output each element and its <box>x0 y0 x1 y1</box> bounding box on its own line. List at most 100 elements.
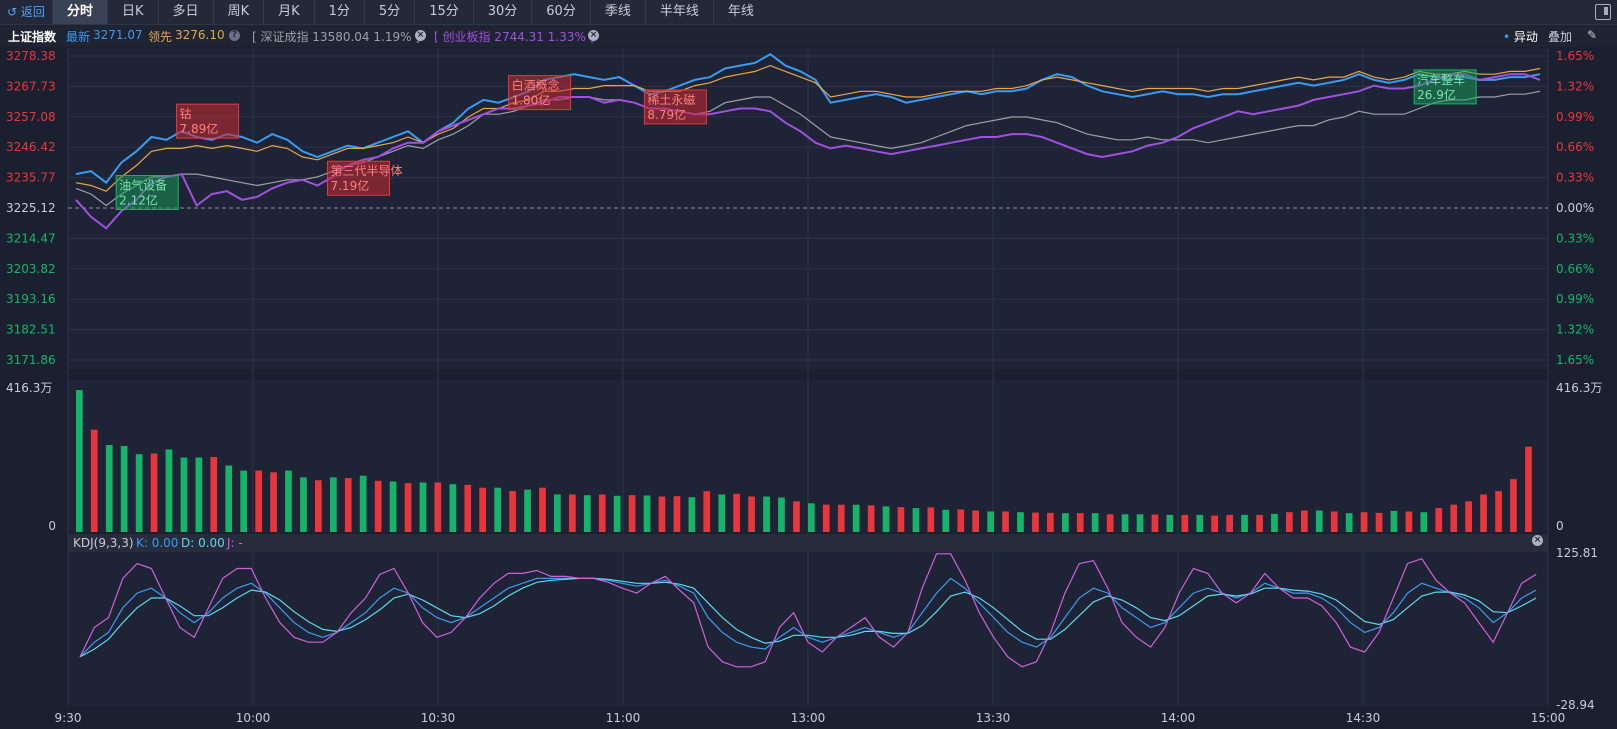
volume-bar-50 <box>822 504 830 532</box>
price-tick-left-4: 3235.77 <box>6 171 56 185</box>
volume-bar-70 <box>1121 514 1129 532</box>
kdj-header: KDJ(9,3,3) K: 0.00 D: 0.00 J: - × <box>68 534 1548 552</box>
price-tick-left-9: 3182.51 <box>6 323 56 337</box>
volume-bar-69 <box>1106 514 1114 532</box>
volume-bar-0 <box>76 390 83 532</box>
volume-bar-55 <box>897 507 905 532</box>
volume-bar-43 <box>718 494 726 532</box>
event-amount-4: 26.9亿 <box>1417 87 1456 102</box>
volume-bar-27 <box>479 487 486 532</box>
event-amount-3: 8.79亿 <box>647 107 686 122</box>
volume-bar-3 <box>120 446 128 532</box>
kdj-d-label: D: 0.00 <box>181 536 225 550</box>
volume-bar-66 <box>1062 513 1069 532</box>
price-tick-right-8: 0.99% <box>1556 292 1594 306</box>
price-tick-right-0: 1.65% <box>1556 49 1594 63</box>
volume-bar-79 <box>1256 514 1263 532</box>
volume-bar-33 <box>569 494 576 532</box>
x-tick-7: 14:30 <box>1346 711 1381 725</box>
volume-bar-68 <box>1091 513 1099 532</box>
volume-bar-47 <box>778 497 785 532</box>
price-tick-left-5: 3225.12 <box>6 201 56 215</box>
volume-bar-26 <box>464 484 472 532</box>
volume-bar-31 <box>539 487 546 532</box>
volume-bar-34 <box>583 495 591 532</box>
x-tick-1: 10:00 <box>236 711 271 725</box>
volume-bar-54 <box>882 506 890 532</box>
volume-bar-11 <box>240 470 247 532</box>
volume-bar-88 <box>1390 510 1398 532</box>
volume-min-left: 0 <box>48 519 56 533</box>
volume-bar-44 <box>733 493 740 532</box>
volume-bar-82 <box>1301 510 1308 532</box>
kdj-max-label: 125.81 <box>1556 546 1598 560</box>
x-tick-5: 13:30 <box>976 711 1011 725</box>
volume-bar-1 <box>90 429 98 532</box>
volume-bar-45 <box>748 496 755 532</box>
volume-bar-78 <box>1241 514 1248 532</box>
price-tick-right-2: 0.99% <box>1556 110 1594 124</box>
event-label-4: 汽车整车 <box>1417 72 1465 87</box>
volume-bar-13 <box>270 472 277 532</box>
volume-bar-84 <box>1330 511 1338 532</box>
volume-bar-73 <box>1166 514 1174 532</box>
volume-bar-5 <box>150 453 158 532</box>
volume-bar-53 <box>867 505 875 532</box>
volume-bar-61 <box>987 511 994 532</box>
event-amount-1: 7.19亿 <box>330 178 369 193</box>
volume-bar-58 <box>942 509 950 532</box>
price-tick-right-10: 1.65% <box>1556 353 1594 367</box>
volume-bar-41 <box>688 497 696 532</box>
volume-bar-72 <box>1151 514 1159 532</box>
event-label-2: 白酒概念 <box>512 78 560 93</box>
volume-bar-89 <box>1405 511 1413 532</box>
volume-bar-97 <box>1525 446 1532 532</box>
volume-bar-85 <box>1345 513 1353 532</box>
volume-bar-9 <box>210 457 218 532</box>
volume-bar-91 <box>1435 508 1443 532</box>
volume-bar-2 <box>105 445 113 532</box>
price-tick-right-6: 0.33% <box>1556 231 1594 245</box>
kdj-k-label: K: 0.00 <box>136 536 179 550</box>
price-tick-left-7: 3203.82 <box>6 262 56 276</box>
volume-bar-86 <box>1360 512 1368 532</box>
volume-bar-19 <box>359 475 367 532</box>
volume-bar-6 <box>165 449 173 532</box>
volume-bar-71 <box>1136 514 1144 532</box>
volume-bar-63 <box>1017 512 1024 532</box>
event-amount-0: 7.89亿 <box>180 121 219 136</box>
volume-bar-22 <box>404 483 412 532</box>
volume-bar-46 <box>763 496 770 532</box>
event-label-0: 钴 <box>180 106 192 121</box>
volume-bar-95 <box>1495 491 1502 532</box>
x-tick-4: 13:00 <box>791 711 826 725</box>
event-label-1: 第三代半导体 <box>330 164 402 178</box>
kdj-close-icon[interactable]: × <box>1532 535 1543 546</box>
price-tick-left-1: 3267.73 <box>6 79 56 93</box>
volume-bar-38 <box>643 495 651 532</box>
volume-bar-7 <box>180 457 188 532</box>
volume-bar-67 <box>1076 513 1084 532</box>
price-tick-right-3: 0.66% <box>1556 140 1594 154</box>
volume-bar-49 <box>808 503 815 532</box>
price-tick-right-9: 1.32% <box>1556 323 1594 337</box>
volume-bar-12 <box>255 470 262 532</box>
price-tick-left-3: 3246.42 <box>6 140 56 154</box>
event-label-3: 稀土永磁 <box>647 92 695 107</box>
volume-bar-29 <box>509 491 516 532</box>
volume-bar-56 <box>912 508 920 532</box>
kdj-min-label: -28.94 <box>1556 698 1595 712</box>
volume-bar-80 <box>1271 513 1278 532</box>
volume-bar-74 <box>1181 514 1189 532</box>
volume-bar-14 <box>285 470 292 532</box>
volume-bar-81 <box>1286 512 1293 532</box>
volume-bar-87 <box>1375 512 1383 532</box>
volume-bar-25 <box>449 484 457 532</box>
x-tick-2: 10:30 <box>421 711 456 725</box>
volume-bar-36 <box>613 495 621 532</box>
x-tick-0: 9:30 <box>55 711 82 725</box>
event-label-5: 油气设备 <box>119 178 167 193</box>
volume-bar-32 <box>554 494 561 532</box>
price-tick-right-7: 0.66% <box>1556 262 1594 276</box>
volume-bar-51 <box>837 504 845 532</box>
